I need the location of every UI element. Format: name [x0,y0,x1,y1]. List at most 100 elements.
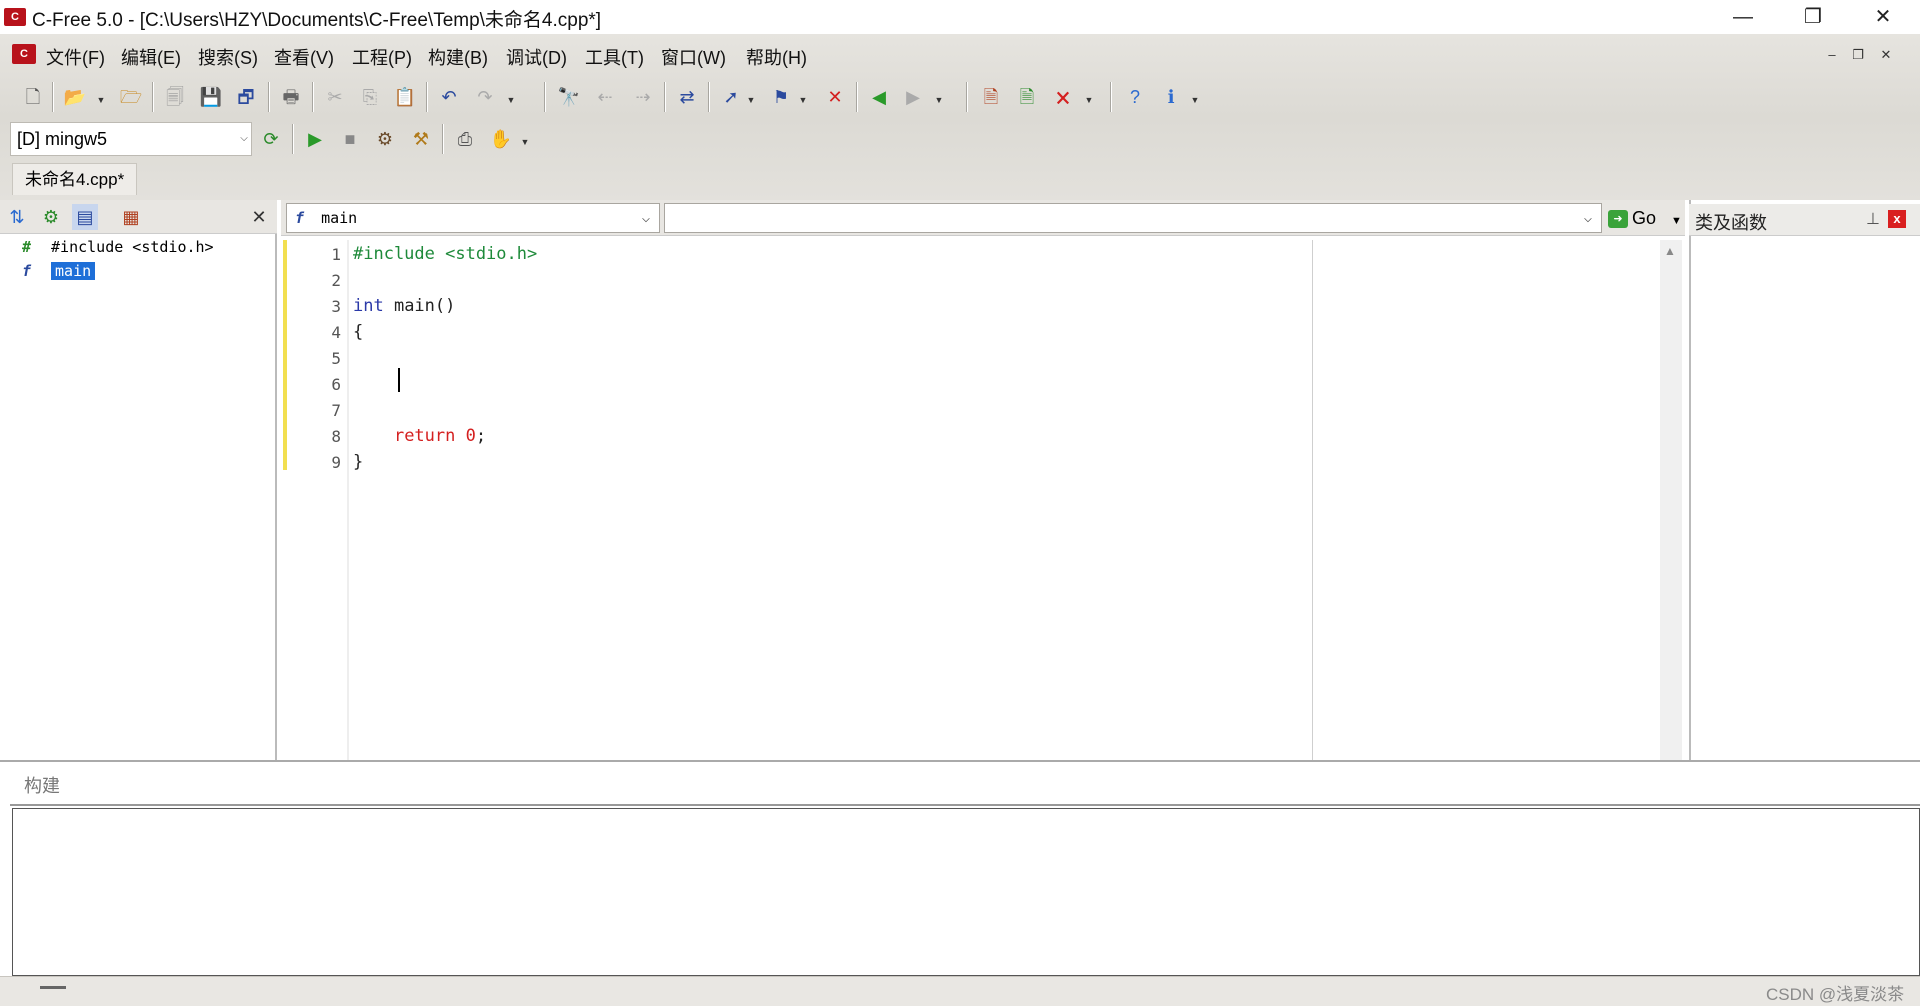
toolbar-separator [966,82,968,112]
clear-bookmark-icon[interactable]: ✕ [822,84,848,110]
open-dropdown-icon[interactable]: ▼ [96,84,106,110]
redo-dropdown-icon[interactable]: ▼ [506,84,516,110]
switch-compiler-icon[interactable]: ⟳ [258,126,284,152]
menu-window[interactable]: 窗口(W) [661,44,726,70]
bookmark-dropdown-icon[interactable]: ▼ [798,84,808,110]
restore-button[interactable]: ❐ [1778,0,1848,34]
paste-icon[interactable]: 📋 [392,84,418,110]
go-button[interactable]: ➜ Go ▼ [1606,203,1684,233]
toolbar-separator [292,124,294,154]
keyword-int: int [353,296,384,316]
save-all-icon[interactable]: 🗗 [233,84,259,110]
toolbar-separator [442,124,444,154]
code-line-4: { [353,322,364,342]
right-margin-line [1312,240,1313,760]
class-view-icon[interactable]: ▦ [118,204,144,230]
cut-icon[interactable]: ✂ [322,84,348,110]
save-icon[interactable]: 💾 [198,84,224,110]
print-icon[interactable]: 🖶 [278,84,304,110]
debug-icon[interactable]: ⎙ [452,126,478,152]
debug-dropdown-icon[interactable]: ▼ [520,126,530,152]
tree-item-include[interactable]: # #include <stdio.h> [22,236,214,258]
compile-icon[interactable]: ⚙ [372,126,398,152]
code-editor[interactable] [281,238,1661,760]
bookmark-icon[interactable]: ⚑ [768,84,794,110]
build-output[interactable] [12,808,1920,976]
forward-icon[interactable]: ▶ [900,84,926,110]
toolbar-separator [856,82,858,112]
scroll-up-icon[interactable]: ▲ [1664,244,1676,258]
goto-icon[interactable]: ➚ [718,84,744,110]
chevron-down-icon: ⌵ [240,133,248,144]
tree-item-main[interactable]: f main [22,260,96,282]
back-icon[interactable]: ◀ [866,84,892,110]
line-number: 2 [331,271,341,290]
goto-dropdown-icon[interactable]: ▼ [746,84,756,110]
pin-icon[interactable]: ⊥ [1866,209,1880,229]
open-file-icon[interactable]: 📂 [62,84,88,110]
close-file-icon[interactable]: 🗐 [162,84,188,110]
menu-file[interactable]: 文件(F) [46,44,105,70]
window-title: C-Free 5.0 - [C:\Users\HZY\Documents\C-F… [32,10,602,31]
right-panel [1689,200,1920,760]
minimize-panel-icon[interactable] [40,986,66,989]
find-icon[interactable]: 🔭 [556,84,582,110]
menu-edit[interactable]: 编辑(E) [121,44,181,70]
line-number: 3 [331,297,341,316]
build-panel-title: 构建 [24,776,60,796]
mdi-minimize-button[interactable]: – [1822,46,1842,64]
tab-file[interactable]: 未命名4.cpp* [12,163,138,195]
help-icon[interactable]: ? [1122,84,1148,110]
code-line-1: #include <stdio.h> [353,244,538,264]
menu-debug[interactable]: 调试(D) [506,44,567,70]
forward-dropdown-icon[interactable]: ▼ [934,84,944,110]
file-view-icon[interactable]: ▤ [72,204,98,230]
close-project-icon[interactable]: 🗙 [1050,84,1076,110]
menu-tools[interactable]: 工具(T) [585,44,644,70]
menu-build[interactable]: 构建(B) [428,44,488,70]
close-button[interactable]: ✕ [1848,0,1918,34]
undo-icon[interactable]: ↶ [436,84,462,110]
replace-icon[interactable]: ⇄ [674,84,700,110]
info-dropdown-icon[interactable]: ▼ [1190,84,1200,110]
build-icon[interactable]: ⚒ [408,126,434,152]
redo-icon[interactable]: ↷ [472,84,498,110]
vertical-scrollbar[interactable]: ▲ [1660,240,1682,760]
toolbar-separator [426,82,428,112]
function-combo[interactable]: f main ⌵ [286,203,660,233]
code-line-8: return 0; [353,424,486,449]
project-dropdown-icon[interactable]: ▼ [1084,84,1094,110]
go-arrow-icon: ➜ [1608,210,1628,229]
mdi-restore-button[interactable]: ❐ [1848,46,1868,64]
line-gutter: 1 2 3 4 5 6 7 8 9 [289,240,347,760]
open-project-icon[interactable]: 🗁 [118,84,144,110]
line-number: 6 [331,375,341,394]
find-prev-icon[interactable]: ⇠ [592,84,618,110]
chevron-down-icon: ⌵ [641,210,651,226]
line-number: 4 [331,323,341,342]
run-icon[interactable]: ▶ [302,126,328,152]
return-value: 0 [465,426,476,446]
sort-icon[interactable]: ⇅ [4,204,30,230]
find-next-icon[interactable]: ⇢ [630,84,656,110]
build-project-icon[interactable]: 🗎 [1014,84,1040,110]
copy-icon[interactable]: ⎘ [357,84,383,110]
function-icon: f [295,209,305,227]
compiler-select[interactable]: [D] mingw5 ⌵ [10,122,252,156]
menu-view[interactable]: 查看(V) [274,44,334,70]
menu-project[interactable]: 工程(P) [352,44,412,70]
mdi-close-button[interactable]: ✕ [1876,46,1896,64]
close-icon[interactable]: ✕ [246,204,272,230]
toolbar-separator [664,82,666,112]
symbol-combo[interactable]: ⌵ [664,203,1602,233]
minimize-button[interactable]: — [1708,0,1778,34]
menu-help[interactable]: 帮助(H) [746,44,807,70]
hand-icon[interactable]: ✋ [488,126,514,152]
menu-search[interactable]: 搜索(S) [198,44,258,70]
new-file-icon[interactable]: 🗋 [20,84,46,110]
group-icon[interactable]: ⚙ [38,204,64,230]
info-icon[interactable]: ℹ [1158,84,1184,110]
stop-icon[interactable]: ■ [337,126,363,152]
close-icon[interactable]: x [1888,210,1906,228]
new-project-icon[interactable]: 🗎 [978,84,1004,110]
